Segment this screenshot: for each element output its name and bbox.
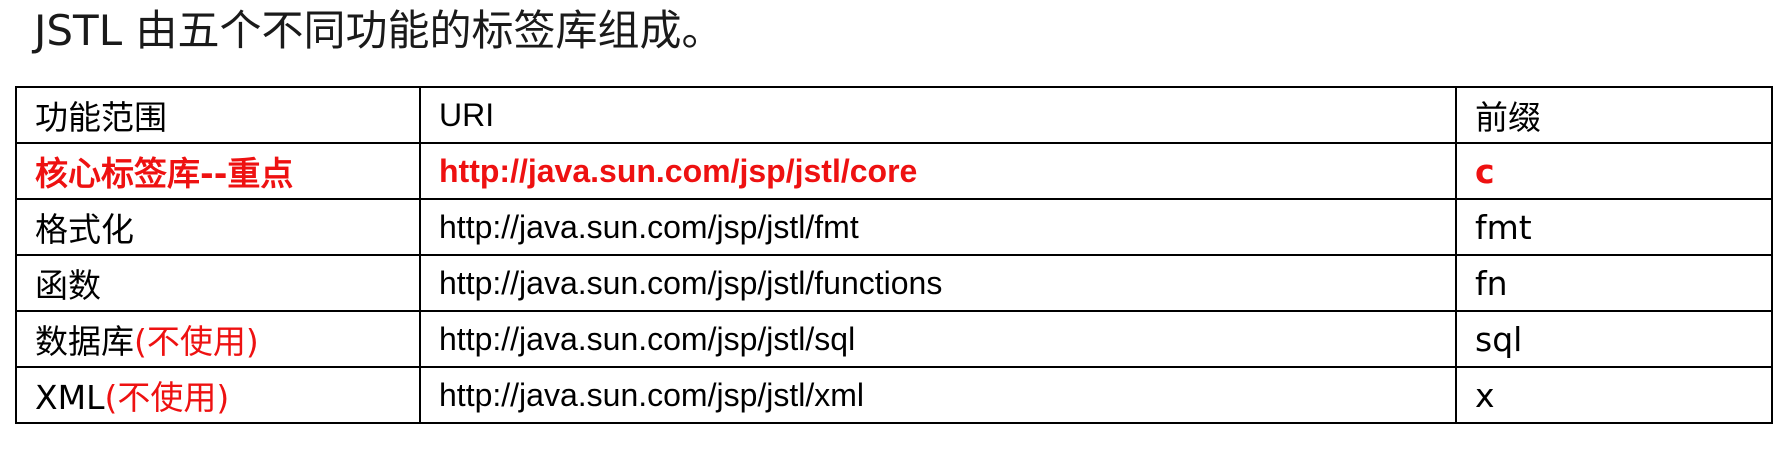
- unused-note: (不使用): [134, 322, 259, 361]
- unused-note: (不使用): [104, 378, 230, 417]
- tag-library-table: 功能范围 URI 前缀 核心标签库--重点 http://java.sun.co…: [15, 86, 1773, 424]
- prefix-cell: x: [1455, 366, 1773, 424]
- prefix-cell: fmt: [1455, 198, 1773, 256]
- scope-cell: XML(不使用): [15, 366, 421, 424]
- table-row: 格式化 http://java.sun.com/jsp/jstl/fmt fmt: [15, 198, 1773, 256]
- uri-cell: http://java.sun.com/jsp/jstl/xml: [419, 366, 1457, 424]
- scope-label: 数据库: [35, 322, 134, 361]
- table-row: 数据库(不使用) http://java.sun.com/jsp/jstl/sq…: [15, 310, 1773, 368]
- table-row: 函数 http://java.sun.com/jsp/jstl/function…: [15, 254, 1773, 312]
- prefix-cell: fn: [1455, 254, 1773, 312]
- scope-cell: 函数: [15, 254, 421, 312]
- header-scope: 功能范围: [15, 86, 421, 144]
- prefix-cell: sql: [1455, 310, 1773, 368]
- scope-cell: 核心标签库--重点: [15, 142, 421, 200]
- prefix-cell: c: [1455, 142, 1773, 200]
- scope-label: XML: [35, 378, 105, 417]
- table-row: 核心标签库--重点 http://java.sun.com/jsp/jstl/c…: [15, 142, 1773, 200]
- header-uri: URI: [419, 86, 1457, 144]
- scope-label: 核心标签库--重点: [35, 154, 294, 193]
- uri-cell: http://java.sun.com/jsp/jstl/core: [419, 142, 1457, 200]
- table-header-row: 功能范围 URI 前缀: [15, 86, 1773, 144]
- scope-label: 格式化: [35, 210, 134, 249]
- table-row: XML(不使用) http://java.sun.com/jsp/jstl/xm…: [15, 366, 1773, 424]
- uri-cell: http://java.sun.com/jsp/jstl/functions: [419, 254, 1457, 312]
- header-prefix: 前缀: [1455, 86, 1773, 144]
- scope-label: 函数: [35, 266, 101, 305]
- page-heading: JSTL 由五个不同功能的标签库组成。: [34, 6, 724, 55]
- scope-cell: 格式化: [15, 198, 421, 256]
- scope-cell: 数据库(不使用): [15, 310, 421, 368]
- uri-cell: http://java.sun.com/jsp/jstl/sql: [419, 310, 1457, 368]
- uri-cell: http://java.sun.com/jsp/jstl/fmt: [419, 198, 1457, 256]
